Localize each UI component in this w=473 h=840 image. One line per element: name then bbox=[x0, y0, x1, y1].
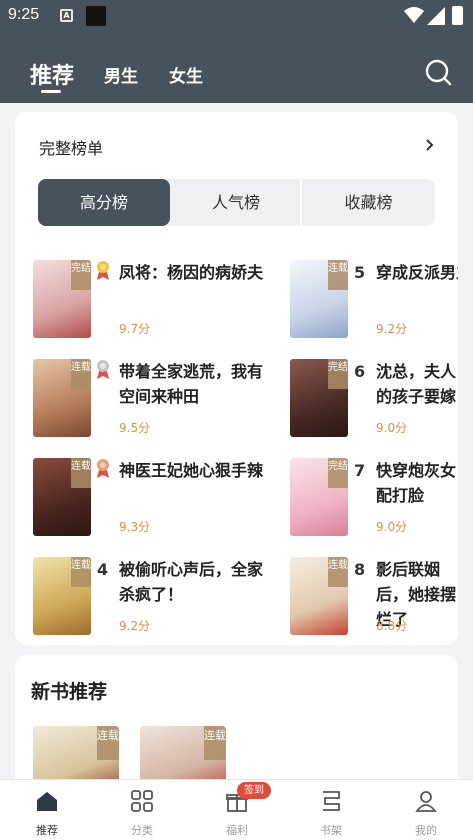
book-status-tag: 连载 bbox=[204, 726, 226, 760]
notification-square-icon bbox=[86, 6, 106, 26]
book-item[interactable]: 连载 5 穿成反派男主的前妻后，我 9.2分 bbox=[290, 260, 473, 344]
tab-male[interactable]: 男生 bbox=[104, 62, 138, 87]
chevron-right-icon[interactable] bbox=[425, 138, 435, 152]
book-status-tag: 连载 bbox=[328, 260, 348, 290]
rank-list-title[interactable]: 完整榜单 bbox=[39, 135, 103, 159]
rank-segment-control: 高分榜 人气榜 收藏榜 bbox=[38, 179, 435, 226]
book-status-tag: 连载 bbox=[97, 726, 119, 760]
book-rank-number: 8 bbox=[354, 560, 366, 579]
book-title: 快穿炮灰女配打脸 bbox=[376, 461, 457, 505]
book-cover: 完结 bbox=[290, 458, 348, 536]
book-cover: 连载 bbox=[33, 458, 91, 536]
book-status-tag: 完结 bbox=[71, 260, 91, 290]
battery-icon bbox=[452, 6, 463, 25]
book-title: 神医王妃她心狠手辣 bbox=[119, 461, 264, 480]
nav-label: 分类 bbox=[131, 824, 153, 837]
segment-high-score[interactable]: 高分榜 bbox=[38, 179, 170, 226]
segment-favorites[interactable]: 收藏榜 bbox=[302, 179, 435, 226]
status-time: 9:25 bbox=[8, 6, 40, 23]
book-status-tag: 连载 bbox=[71, 557, 91, 587]
book-status-tag: 完结 bbox=[328, 458, 348, 488]
new-books-card: 新书推荐 连载 连载 bbox=[15, 655, 458, 796]
grid-icon bbox=[131, 790, 153, 812]
book-item[interactable]: 连载 8 影后联姻后，她接摆烂了 8.8分 bbox=[290, 557, 473, 641]
new-books-title: 新书推荐 bbox=[31, 681, 108, 703]
signal-icon bbox=[427, 7, 445, 25]
home-icon bbox=[37, 792, 57, 811]
book-score: 9.5分 bbox=[119, 421, 151, 435]
nav-bookshelf[interactable]: 书架 bbox=[291, 780, 371, 840]
nav-profile[interactable]: 我的 bbox=[386, 780, 466, 840]
book-score: 9.2分 bbox=[119, 619, 151, 633]
tab-active-indicator bbox=[41, 90, 61, 93]
book-cover: 连载 bbox=[290, 557, 348, 635]
segment-popular[interactable]: 人气榜 bbox=[170, 179, 302, 226]
nav-label: 福利 bbox=[226, 824, 248, 837]
book-score: 9.0分 bbox=[376, 520, 408, 534]
book-item[interactable]: 连载 神医王妃她心狠手辣 9.3分 bbox=[33, 458, 273, 542]
profile-icon bbox=[415, 791, 437, 812]
search-icon[interactable] bbox=[424, 58, 452, 86]
gold-medal-icon bbox=[97, 261, 109, 280]
notification-a-icon: A bbox=[60, 9, 73, 22]
status-bar: 9:25 A bbox=[0, 0, 473, 32]
nav-label: 推荐 bbox=[36, 824, 58, 837]
book-score: 9.2分 bbox=[376, 322, 408, 336]
nav-label: 我的 bbox=[415, 824, 437, 837]
bookshelf-icon bbox=[323, 791, 340, 811]
book-status-tag: 连载 bbox=[328, 557, 348, 587]
book-rank-number: 6 bbox=[354, 362, 366, 381]
book-status-tag: 连载 bbox=[71, 458, 91, 488]
book-score: 8.8分 bbox=[376, 619, 408, 633]
nav-recommend[interactable]: 推荐 bbox=[7, 780, 87, 840]
book-rank-number: 5 bbox=[354, 263, 366, 282]
book-title: 被偷听心声后，全家杀疯了！ bbox=[119, 560, 264, 604]
nav-label: 书架 bbox=[320, 824, 342, 837]
nav-category[interactable]: 分类 bbox=[102, 780, 182, 840]
book-item[interactable]: 完结 6 沈总，夫人的孩子要嫁 9.0分 bbox=[290, 359, 473, 443]
tab-female[interactable]: 女生 bbox=[169, 62, 203, 87]
book-item[interactable]: 完结 7 快穿炮灰女配打脸 9.0分 bbox=[290, 458, 473, 542]
bottom-nav: 推荐 分类 签到 福利 书架 我的 bbox=[0, 779, 473, 840]
book-item[interactable]: 连载 带着全家逃荒，我有空间来种田 9.5分 bbox=[33, 359, 273, 443]
book-title: 凤将：杨因的病娇夫 bbox=[119, 263, 264, 282]
silver-medal-icon bbox=[97, 360, 109, 379]
book-cover: 连载 bbox=[290, 260, 348, 338]
bronze-medal-icon bbox=[97, 459, 109, 478]
book-status-tag: 完结 bbox=[328, 359, 348, 389]
book-cover: 完结 bbox=[33, 260, 91, 338]
book-score: 9.7分 bbox=[119, 322, 151, 336]
book-item[interactable]: 完结 凤将：杨因的病娇夫 9.7分 bbox=[33, 260, 273, 344]
book-title: 带着全家逃荒，我有空间来种田 bbox=[119, 362, 264, 406]
book-cover: 连载 bbox=[33, 557, 91, 635]
nav-welfare[interactable]: 签到 福利 bbox=[197, 780, 277, 840]
book-score: 9.3分 bbox=[119, 520, 151, 534]
book-cover: 完结 bbox=[290, 359, 348, 437]
app-header: 9:25 A 推荐 男生 女生 bbox=[0, 0, 473, 103]
book-status-tag: 连载 bbox=[71, 359, 91, 389]
book-cover: 连载 bbox=[33, 359, 91, 437]
book-title: 沈总，夫人的孩子要嫁 bbox=[376, 362, 457, 406]
book-score: 9.0分 bbox=[376, 421, 408, 435]
book-rank-number: 7 bbox=[354, 461, 366, 480]
checkin-badge: 签到 bbox=[237, 782, 271, 799]
book-rank-number: 4 bbox=[97, 560, 109, 579]
book-title: 穿成反派男主的前妻后，我 bbox=[376, 263, 458, 282]
rank-list-card: 完整榜单 高分榜 人气榜 收藏榜 完结 凤将：杨因的病娇夫 9.7分 连载 带着… bbox=[15, 112, 458, 645]
tab-recommend[interactable]: 推荐 bbox=[30, 58, 74, 90]
wifi-icon bbox=[404, 7, 424, 23]
book-item[interactable]: 连载 4 被偷听心声后，全家杀疯了！ 9.2分 bbox=[33, 557, 273, 641]
